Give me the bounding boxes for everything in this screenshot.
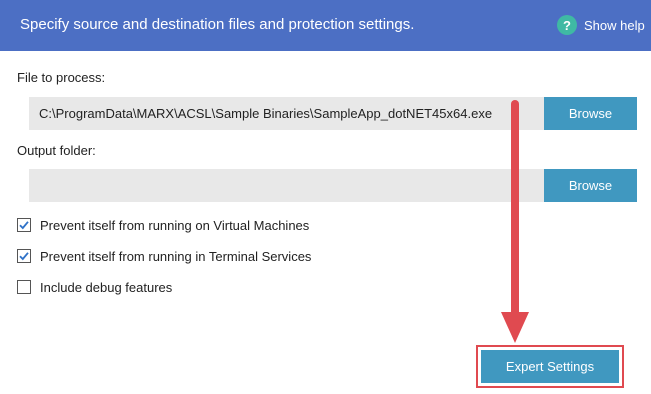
debug-features-checkbox[interactable] [17, 280, 31, 294]
virtual-machines-label: Prevent itself from running on Virtual M… [40, 217, 310, 233]
option-virtual-machines[interactable]: Prevent itself from running on Virtual M… [17, 216, 309, 234]
output-folder-label: Output folder: [17, 143, 96, 158]
checkmark-icon [19, 252, 29, 261]
header-title: Specify source and destination files and… [20, 16, 415, 33]
file-to-process-label: File to process: [17, 70, 106, 85]
question-circle-icon: ? [557, 15, 577, 35]
show-help-link[interactable]: ? Show help [557, 14, 645, 36]
expert-settings-button[interactable]: Expert Settings [481, 350, 619, 383]
checkmark-icon [19, 221, 29, 230]
option-debug-features[interactable]: Include debug features [17, 278, 172, 296]
down-arrow-annotation-icon [501, 100, 529, 343]
output-browse-button[interactable]: Browse [544, 169, 637, 202]
header-bar: Specify source and destination files and… [0, 0, 651, 51]
show-help-label: Show help [584, 17, 645, 33]
expert-settings-highlight: Expert Settings [476, 345, 624, 388]
option-terminal-services[interactable]: Prevent itself from running in Terminal … [17, 247, 311, 265]
terminal-services-label: Prevent itself from running in Terminal … [40, 248, 312, 264]
file-browse-button[interactable]: Browse [544, 97, 637, 130]
debug-features-label: Include debug features [40, 279, 173, 295]
output-folder-input[interactable] [29, 169, 544, 202]
file-to-process-input[interactable] [29, 97, 544, 130]
terminal-services-checkbox[interactable] [17, 249, 31, 263]
virtual-machines-checkbox[interactable] [17, 218, 31, 232]
